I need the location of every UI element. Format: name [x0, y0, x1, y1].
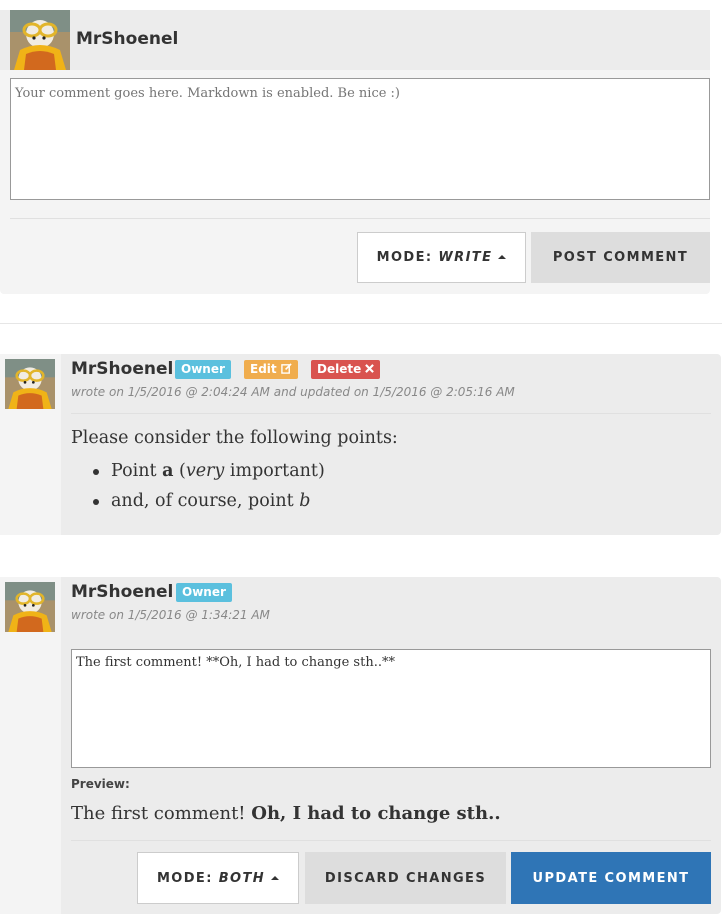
mode-prefix: Mode:: [376, 250, 433, 265]
post-comment-button[interactable]: Post Comment: [531, 232, 710, 283]
comment-username: MrShoenel: [71, 359, 174, 379]
mode-value: Write: [438, 250, 493, 265]
comment-input[interactable]: [10, 78, 710, 200]
list-item: Point a (very important): [71, 456, 398, 486]
caret-up-icon: [271, 875, 280, 880]
update-comment-button[interactable]: Update Comment: [511, 852, 711, 904]
owner-badge: Owner: [176, 583, 232, 602]
comment-username: MrShoenel: [71, 582, 174, 602]
mode-write-button[interactable]: Mode: Write: [357, 232, 526, 283]
divider: [71, 413, 711, 414]
divider: [10, 218, 710, 219]
comment-item: MrShoenel Owner Edit Delete wrote on 1/5…: [0, 354, 722, 535]
content-intro: Please consider the following points:: [71, 428, 398, 448]
preview-label: Preview:: [71, 777, 130, 791]
avatar: [5, 582, 55, 632]
delete-badge-button[interactable]: Delete: [311, 360, 381, 379]
list-item: and, of course, point b: [71, 486, 398, 516]
delete-label: Delete: [317, 362, 362, 376]
edit-label: Edit: [250, 362, 277, 376]
new-comment-form: MrShoenel Mode: Write Post Comment: [0, 10, 710, 294]
page-divider: [0, 323, 722, 324]
owner-badge: Owner: [175, 360, 231, 379]
mode-value: Both: [218, 870, 266, 886]
comment-body: MrShoenel Owner Edit Delete wrote on 1/5…: [61, 354, 721, 535]
avatar: [5, 359, 55, 409]
mode-prefix: Mode:: [156, 870, 213, 886]
preview-text: The first comment! Oh, I had to change s…: [71, 803, 501, 824]
avatar: [10, 10, 70, 70]
comment-item-editing: MrShoenel Owner wrote on 1/5/2016 @ 1:34…: [0, 577, 722, 914]
mode-both-button[interactable]: Mode: Both: [137, 852, 299, 904]
comment-body: MrShoenel Owner wrote on 1/5/2016 @ 1:34…: [61, 577, 721, 914]
caret-up-icon: [498, 255, 507, 259]
edit-comment-input[interactable]: The first comment! **Oh, I had to change…: [71, 649, 711, 768]
divider: [71, 840, 711, 841]
edit-badge-button[interactable]: Edit: [244, 360, 298, 379]
comment-meta: wrote on 1/5/2016 @ 1:34:21 AM: [71, 608, 270, 622]
current-username: MrShoenel: [76, 29, 179, 49]
close-x-icon: [365, 364, 375, 373]
comment-meta: wrote on 1/5/2016 @ 2:04:24 AM and updat…: [71, 385, 515, 399]
comment-content: Please consider the following points: Po…: [71, 428, 398, 516]
edit-square-icon: [281, 363, 292, 374]
discard-changes-button[interactable]: Discard Changes: [305, 852, 506, 904]
new-comment-header: MrShoenel: [0, 10, 710, 70]
content-list: Point a (very important) and, of course,…: [71, 456, 398, 516]
